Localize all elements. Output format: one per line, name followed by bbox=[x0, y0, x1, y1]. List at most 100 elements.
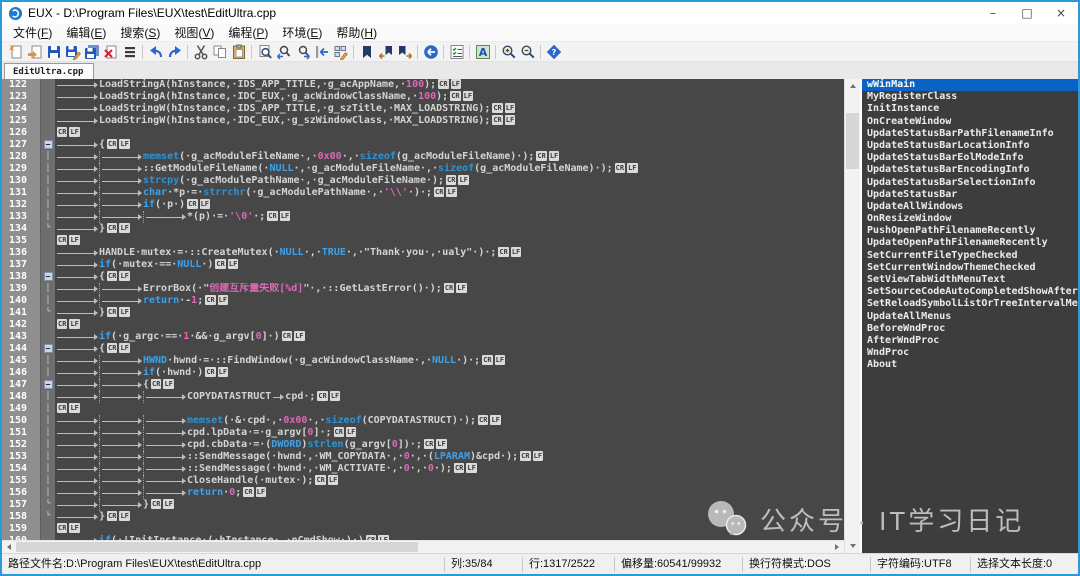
code-line-149[interactable]: 149│CRLF bbox=[2, 403, 844, 415]
code-line-147[interactable]: 147−{CRLF bbox=[2, 379, 844, 391]
fold-collapse-icon[interactable]: − bbox=[40, 379, 55, 391]
paste-button[interactable] bbox=[229, 43, 248, 61]
code-line-153[interactable]: 153│::SendMessage(·hwnd·,·WM_COPYDATA·,·… bbox=[2, 451, 844, 463]
find-button[interactable] bbox=[255, 43, 274, 61]
code-line-158[interactable]: 158└}CRLF bbox=[2, 511, 844, 523]
code-line-150[interactable]: 150│memset(·&·cpd·,·0x00·,·sizeof(COPYDA… bbox=[2, 415, 844, 427]
scroll-up-icon[interactable] bbox=[845, 79, 860, 93]
menu-search[interactable]: 搜索(S) bbox=[113, 24, 167, 41]
function-list-item[interactable]: UpdateStatusBar bbox=[862, 189, 1078, 201]
code-line-155[interactable]: 155│CloseHandle(·mutex·);CRLF bbox=[2, 475, 844, 487]
function-list-item[interactable]: UpdateAllMenus bbox=[862, 311, 1078, 323]
code-line-141[interactable]: 141└}CRLF bbox=[2, 307, 844, 319]
save-button[interactable] bbox=[44, 43, 63, 61]
function-list-item[interactable]: AfterWndProc bbox=[862, 335, 1078, 347]
open-file-button[interactable] bbox=[25, 43, 44, 61]
function-list-item[interactable]: UpdateStatusBarLocationInfo bbox=[862, 140, 1078, 152]
menu-program[interactable]: 编程(P) bbox=[221, 24, 275, 41]
menu-view[interactable]: 视图(V) bbox=[167, 24, 221, 41]
code-line-124[interactable]: 124LoadStringW(hInstance,·IDS_APP_TITLE,… bbox=[2, 103, 844, 115]
function-list-item[interactable]: PushOpenPathFilenameRecently bbox=[862, 225, 1078, 237]
code-line-129[interactable]: 129│::GetModuleFileName(·NULL·,·g_acModu… bbox=[2, 163, 844, 175]
code-line-137[interactable]: 137if(·mutex·==·NULL·)CRLF bbox=[2, 259, 844, 271]
find-prev-button[interactable] bbox=[274, 43, 293, 61]
function-list-item[interactable]: WndProc bbox=[862, 347, 1078, 359]
new-file-button[interactable] bbox=[6, 43, 25, 61]
menu-help[interactable]: 帮助(H) bbox=[329, 24, 384, 41]
menu-env[interactable]: 环境(E) bbox=[275, 24, 329, 41]
scroll-down-icon[interactable] bbox=[845, 539, 860, 553]
function-list-item[interactable]: SetViewTabWidthMenuText bbox=[862, 274, 1078, 286]
code-line-144[interactable]: 144−{CRLF bbox=[2, 343, 844, 355]
file-list-button[interactable] bbox=[120, 43, 139, 61]
function-list-item[interactable]: wWinMain bbox=[862, 79, 1078, 91]
function-list-item[interactable]: UpdateAllWindows bbox=[862, 201, 1078, 213]
undo-button[interactable] bbox=[146, 43, 165, 61]
code-line-128[interactable]: 128│memset(·g_acModuleFileName·,·0x00·,·… bbox=[2, 151, 844, 163]
code-line-156[interactable]: 156│return·0;CRLF bbox=[2, 487, 844, 499]
about-button[interactable]: ? bbox=[544, 43, 563, 61]
zoom-in-button[interactable] bbox=[499, 43, 518, 61]
function-list-item[interactable]: SetCurrentFileTypeChecked bbox=[862, 250, 1078, 262]
scroll-left-icon[interactable] bbox=[2, 541, 16, 553]
vertical-scroll-thumb[interactable] bbox=[846, 113, 859, 169]
function-list-item[interactable]: MyRegisterClass bbox=[862, 91, 1078, 103]
code-line-136[interactable]: 136HANDLE·mutex·=·::CreateMutex(·NULL·,·… bbox=[2, 247, 844, 259]
column-edit-button[interactable] bbox=[331, 43, 350, 61]
code-line-138[interactable]: 138−{CRLF bbox=[2, 271, 844, 283]
code-line-140[interactable]: 140│return·-1;CRLF bbox=[2, 295, 844, 307]
go-back-button[interactable] bbox=[421, 43, 440, 61]
function-list-item[interactable]: UpdateStatusBarSelectionInfo bbox=[862, 177, 1078, 189]
code-line-148[interactable]: 148│COPYDATASTRUCTcpd·;CRLF bbox=[2, 391, 844, 403]
code-line-134[interactable]: 134└}CRLF bbox=[2, 223, 844, 235]
code-line-151[interactable]: 151│cpd.lpData·=·g_argv[0]·;CRLF bbox=[2, 427, 844, 439]
prev-bookmark-button[interactable] bbox=[376, 43, 395, 61]
function-list-item[interactable]: UpdateStatusBarEncodingInfo bbox=[862, 164, 1078, 176]
next-bookmark-button[interactable] bbox=[395, 43, 414, 61]
function-list-item[interactable]: SetReloadSymbolListOrTreeIntervalMe bbox=[862, 298, 1078, 310]
code-line-145[interactable]: 145│HWND·hwnd·=·::FindWindow(·g_acWindow… bbox=[2, 355, 844, 367]
todo-list-button[interactable] bbox=[447, 43, 466, 61]
bookmark-button[interactable] bbox=[357, 43, 376, 61]
code-line-130[interactable]: 130│strcpy(·g_acModulePathName·,·g_acMod… bbox=[2, 175, 844, 187]
cut-button[interactable] bbox=[191, 43, 210, 61]
fold-collapse-icon[interactable]: − bbox=[40, 343, 55, 355]
goto-line-button[interactable] bbox=[312, 43, 331, 61]
horizontal-scrollbar[interactable] bbox=[2, 540, 844, 553]
code-line-126[interactable]: 126CRLF bbox=[2, 127, 844, 139]
function-list-item[interactable]: UpdateStatusBarEolModeInfo bbox=[862, 152, 1078, 164]
code-line-152[interactable]: 152│cpd.cbData·=·(DWORD)strlen(g_argv[0]… bbox=[2, 439, 844, 451]
code-line-142[interactable]: 142CRLF bbox=[2, 319, 844, 331]
fold-collapse-icon[interactable]: − bbox=[40, 139, 55, 151]
save-all-button[interactable] bbox=[82, 43, 101, 61]
code-line-159[interactable]: 159CRLF bbox=[2, 523, 844, 535]
fold-collapse-icon[interactable]: − bbox=[40, 271, 55, 283]
function-list-item[interactable]: BeforeWndProc bbox=[862, 323, 1078, 335]
code-line-139[interactable]: 139│ErrorBox(·"创建互斥量失败[%d]"·,·::GetLastE… bbox=[2, 283, 844, 295]
zoom-out-button[interactable] bbox=[518, 43, 537, 61]
code-line-122[interactable]: 122LoadStringA(hInstance,·IDS_APP_TITLE,… bbox=[2, 79, 844, 91]
function-list-item[interactable]: UpdateOpenPathFilenameRecently bbox=[862, 237, 1078, 249]
code-line-135[interactable]: 135CRLF bbox=[2, 235, 844, 247]
function-list-item[interactable]: SetCurrentWindowThemeChecked bbox=[862, 262, 1078, 274]
code-line-123[interactable]: 123LoadStringA(hInstance,·IDC_EUX,·g_acW… bbox=[2, 91, 844, 103]
code-line-157[interactable]: 157└}CRLF bbox=[2, 499, 844, 511]
scroll-right-icon[interactable] bbox=[830, 541, 844, 553]
function-list-item[interactable]: About bbox=[862, 359, 1078, 371]
tab-editultra-cpp[interactable]: EditUltra.cpp bbox=[4, 63, 94, 79]
menu-file[interactable]: 文件(F) bbox=[6, 24, 59, 41]
minimize-button[interactable]: – bbox=[976, 2, 1010, 24]
close-file-button[interactable] bbox=[101, 43, 120, 61]
save-as-button[interactable] bbox=[63, 43, 82, 61]
find-next-button[interactable] bbox=[293, 43, 312, 61]
code-line-127[interactable]: 127−{CRLF bbox=[2, 139, 844, 151]
function-list-item[interactable]: UpdateStatusBarPathFilenameInfo bbox=[862, 128, 1078, 140]
code-line-131[interactable]: 131│char·*p·=·strrchr(·g_acModulePathNam… bbox=[2, 187, 844, 199]
function-list-item[interactable]: SetSourceCodeAutoCompletedShowAfter bbox=[862, 286, 1078, 298]
copy-button[interactable] bbox=[210, 43, 229, 61]
code-line-133[interactable]: 133│*(p)·=·'\0'·;CRLF bbox=[2, 211, 844, 223]
syntax-highlight-button[interactable]: A bbox=[473, 43, 492, 61]
function-list-item[interactable]: InitInstance bbox=[862, 103, 1078, 115]
vertical-scrollbar[interactable] bbox=[844, 79, 860, 553]
close-button[interactable]: × bbox=[1044, 2, 1078, 24]
